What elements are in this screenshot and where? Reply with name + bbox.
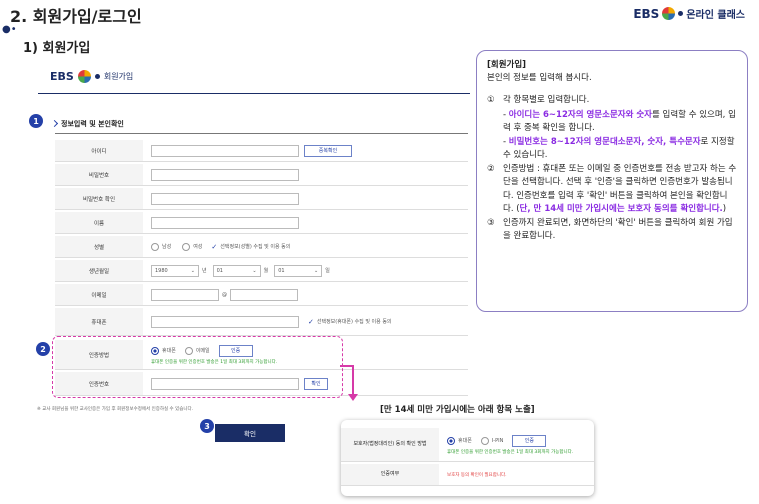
- gender-consent-label: 선택정보(성별) 수집 및 이용 동의: [220, 244, 291, 250]
- step-badge-1: 1: [29, 114, 43, 128]
- ebs-ball-icon: [662, 7, 676, 20]
- label-email: 이메일: [55, 284, 143, 305]
- row-id: 아이디 중복확인: [55, 140, 468, 162]
- row-guardian: 보호자(법정대리인) 동의 확인 방법 휴대폰 I-PIN 인증 휴대폰 인증을…: [341, 428, 594, 462]
- item-text: 인증까지 완료되면, 화면하단의 '확인' 버튼을 클릭하여 회원 가입을 완료…: [503, 217, 733, 242]
- row-email: 이메일 @: [55, 284, 468, 306]
- id-input[interactable]: [151, 144, 299, 157]
- step-badge-3: 3: [200, 419, 214, 433]
- brand-sub: 온라인 클래스: [686, 10, 745, 21]
- item-highlight: 비밀번호는 8~12자의 영문대소문자, 숫자, 특수문자: [508, 136, 701, 147]
- label-consent: 인증여부: [341, 464, 439, 485]
- row-phone: 휴대폰 ✓ 선택정보(휴대폰) 수집 및 이용 동의: [55, 308, 468, 336]
- email-at: @: [222, 291, 227, 298]
- dup-check-button[interactable]: 중복확인: [304, 144, 352, 157]
- email-id-input[interactable]: [151, 288, 219, 301]
- label-pw2: 비밀번호 확인: [55, 188, 143, 209]
- guardian-consent-box: 보호자(법정대리인) 동의 확인 방법 휴대폰 I-PIN 인증 휴대폰 인증을…: [341, 420, 594, 496]
- phone-input[interactable]: [151, 315, 299, 328]
- male-radio[interactable]: [151, 242, 159, 251]
- row-birth: 생년월일 1980 ⌄ 년 01 ⌄ 월 01 ⌄ 일: [55, 260, 468, 282]
- row-name: 이름: [55, 212, 468, 234]
- item-text: 각 항목별로 입력합니다.: [503, 95, 590, 106]
- label-gender: 성별: [55, 236, 143, 257]
- instruction-panel: [회원가입] 본인의 정보를 입력해 봅시다. ① 각 항목별로 입력합니다. -…: [476, 50, 748, 312]
- female-label: 여성: [193, 244, 203, 250]
- arrow-down-icon: [348, 394, 358, 401]
- auth-highlight-box: [52, 336, 343, 398]
- male-label: 남성: [162, 244, 172, 250]
- birth-year-select[interactable]: 1980 ⌄: [151, 264, 199, 277]
- section-label: 정보입력 및 본인확인: [52, 119, 124, 129]
- label-name: 이름: [55, 212, 143, 233]
- label-pw: 비밀번호: [55, 164, 143, 185]
- guardian-note: 휴대폰 인증을 위한 인증번호 발송은 1일 최대 3회까지 가능합니다.: [447, 449, 574, 455]
- label-id: 아이디: [55, 140, 143, 161]
- password-confirm-input[interactable]: [151, 192, 299, 205]
- panel-intro: 본인의 정보를 입력해 봅시다.: [487, 73, 592, 84]
- guardian-auth-button[interactable]: 인증: [512, 434, 547, 447]
- form-brand: EBS 회원가입: [50, 70, 133, 83]
- item-number: ①: [487, 95, 495, 106]
- instruction-item: ③ 인증까지 완료되면, 화면하단의 '확인' 버튼을 클릭하여 회원 가입을 완…: [487, 217, 737, 243]
- panel-heading: [회원가입]: [487, 60, 527, 70]
- birth-day-value: 01: [278, 267, 285, 274]
- guardian-ipin-radio[interactable]: [480, 436, 489, 445]
- item-highlight: 단, 만 14세 미만 가입시에는 보호자 동의를 확인합니다.: [519, 203, 723, 214]
- email-domain-input[interactable]: [230, 288, 298, 301]
- instruction-item: ① 각 항목별로 입력합니다.: [487, 94, 737, 107]
- row-pw: 비밀번호: [55, 164, 468, 186]
- instruction-item: - 아이디는 6~12자의 영문소문자와 숫자를 입력할 수 있으며, 입력 후…: [487, 109, 737, 135]
- row-gender: 성별 남성 여성 ✓ 선택정보(성별) 수집 및 이용 동의: [55, 236, 468, 258]
- month-unit: 월: [263, 268, 269, 274]
- divider: [55, 133, 468, 134]
- birth-month-value: 01: [216, 267, 223, 274]
- chevron-down-icon: ⌄: [190, 267, 195, 274]
- phone-consent-label: 선택정보(휴대폰) 수집 및 이용 동의: [316, 319, 392, 325]
- form-brand-name: EBS: [50, 70, 74, 83]
- bullet-icon: ●•: [2, 24, 17, 35]
- guardian-phone-radio[interactable]: [447, 436, 455, 445]
- phone-consent-checkbox[interactable]: ✓: [308, 318, 314, 326]
- step-badge-2: 2: [36, 342, 50, 356]
- connector-line: [352, 365, 354, 397]
- gender-consent-checkbox[interactable]: ✓: [211, 243, 217, 251]
- chevron-down-icon: ⌄: [252, 267, 257, 274]
- guardian-ipin-label: I-PIN: [491, 437, 504, 444]
- label-birth: 생년월일: [55, 260, 143, 281]
- guardian-phone-label: 휴대폰: [458, 438, 472, 444]
- item-number: ②: [487, 164, 495, 175]
- brand-logo: EBS 온라인 클래스: [633, 6, 745, 22]
- birth-year-value: 1980: [155, 267, 168, 274]
- row-pw2: 비밀번호 확인: [55, 188, 468, 210]
- row-consent: 인증여부 보호자 동의 확인이 필요합니다.: [341, 464, 594, 486]
- dot-icon: [94, 74, 100, 79]
- chevron-down-icon: ⌄: [314, 267, 319, 274]
- ebs-ball-icon: [77, 70, 91, 83]
- brand-name: EBS: [633, 6, 660, 21]
- divider: [38, 93, 470, 94]
- submit-button[interactable]: 확인: [215, 424, 285, 442]
- birth-day-select[interactable]: 01 ⌄: [274, 264, 323, 277]
- item-highlight: 아이디는 6~12자의 영문소문자와 숫자: [508, 109, 653, 120]
- item-text: ): [722, 203, 727, 214]
- female-radio[interactable]: [182, 242, 191, 251]
- day-unit: 일: [325, 268, 330, 274]
- section-subtitle: 1) 회원가입: [23, 41, 91, 56]
- dot-icon: [678, 11, 684, 16]
- name-input[interactable]: [151, 216, 299, 229]
- label-guardian: 보호자(법정대리인) 동의 확인 방법: [341, 428, 439, 461]
- instruction-item: - 비밀번호는 8~12자의 영문대소문자, 숫자, 특수문자로 지정할 수 있…: [487, 136, 737, 162]
- password-input[interactable]: [151, 168, 299, 181]
- form-brand-label: 회원가입: [103, 72, 134, 81]
- instruction-item: ② 인증방법 : 휴대폰 또는 이메일 중 인증번호를 전송 받고자 하는 수단을…: [487, 163, 737, 216]
- item-number: ③: [487, 217, 495, 228]
- page-title: 2. 회원가입/로그인: [10, 7, 142, 26]
- consent-status: 보호자 동의 확인이 필요합니다.: [447, 472, 507, 478]
- minor-section-title: [만 14세 미만 가입시에는 아래 항목 노출]: [380, 405, 535, 415]
- birth-month-select[interactable]: 01 ⌄: [212, 264, 261, 277]
- teacher-note: ※ 교사 회원님을 위한 교사인증은 가입 후 회원정보수정에서 인증하실 수 …: [37, 407, 194, 412]
- year-unit: 년: [202, 268, 207, 274]
- label-phone: 휴대폰: [55, 308, 143, 335]
